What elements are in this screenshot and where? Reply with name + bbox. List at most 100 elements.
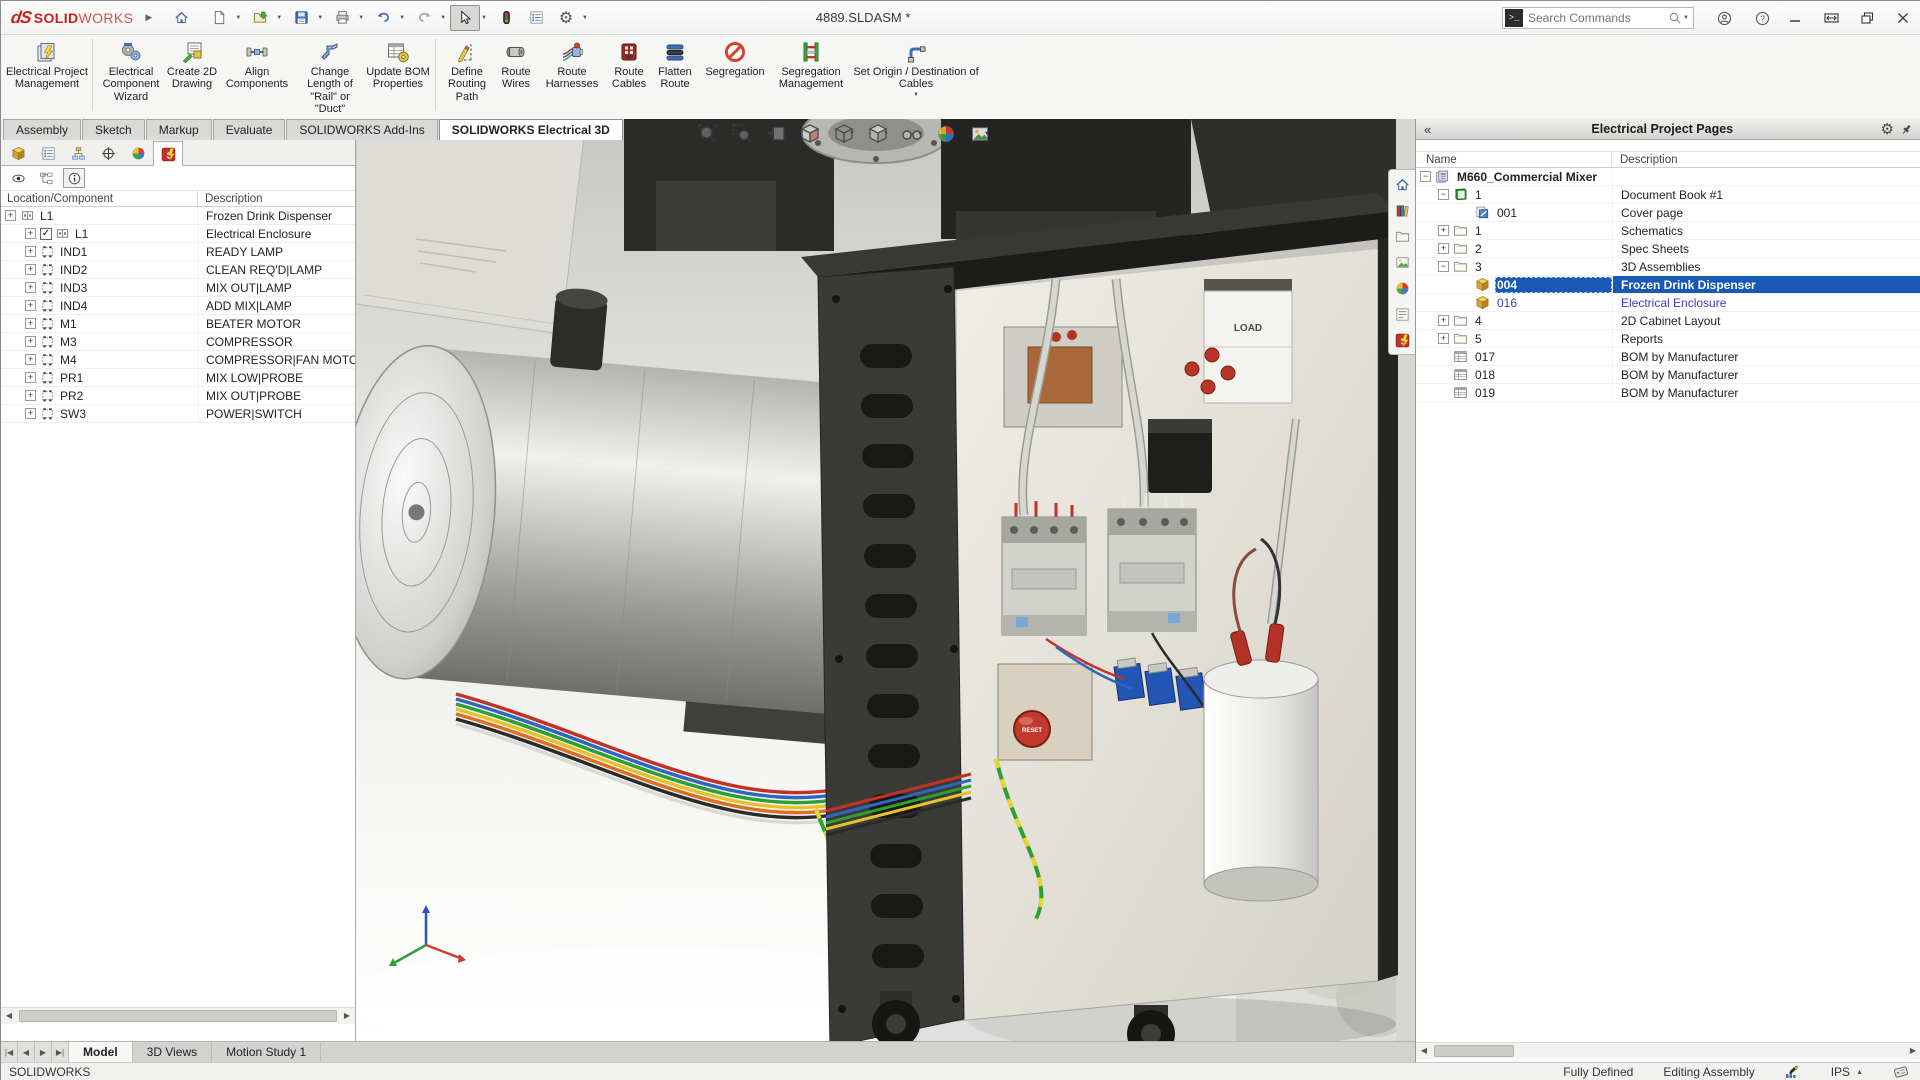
ribbon-button-electrical-project-management[interactable]: Electrical Project Management bbox=[5, 35, 89, 119]
dropdown-icon[interactable]: ▼ bbox=[883, 131, 889, 137]
column-name[interactable]: Name bbox=[1416, 152, 1612, 167]
tree-row[interactable]: +PR1MIX LOW|PROBE bbox=[1, 369, 355, 387]
tree-row[interactable]: +IND4ADD MIX|LAMP bbox=[1, 297, 355, 315]
expand-icon[interactable]: + bbox=[25, 300, 36, 311]
tree-row[interactable]: +M3COMPRESSOR bbox=[1, 333, 355, 351]
close-button[interactable] bbox=[1885, 3, 1920, 33]
tab-model[interactable]: Model bbox=[69, 1042, 133, 1062]
tag-icon[interactable] bbox=[1893, 1065, 1909, 1079]
open-dropdown-icon[interactable]: ▼ bbox=[276, 15, 282, 21]
right-panel-hscrollbar[interactable]: ◀ ▶ bbox=[1416, 1042, 1920, 1058]
file-properties-button[interactable] bbox=[521, 5, 551, 31]
tree-row[interactable]: +SW3POWER|SWITCH bbox=[1, 405, 355, 423]
dropdown-icon[interactable]: ▼ bbox=[917, 131, 923, 137]
section-view-icon[interactable] bbox=[798, 122, 822, 146]
tab-motion-study[interactable]: Motion Study 1 bbox=[212, 1042, 321, 1062]
custom-properties-icon[interactable] bbox=[1391, 303, 1413, 325]
expand-icon[interactable]: + bbox=[25, 408, 36, 419]
tab-electricalmanager[interactable] bbox=[153, 141, 183, 166]
collapse-icon[interactable]: − bbox=[1438, 261, 1449, 272]
tree-row[interactable]: +PR2MIX OUT|PROBE bbox=[1, 387, 355, 405]
expand-icon[interactable]: + bbox=[25, 336, 36, 347]
left-panel-hscrollbar[interactable]: ◀ ▶ bbox=[1, 1007, 355, 1023]
unit-system-selector[interactable]: IPS▲ bbox=[1831, 1065, 1863, 1079]
expand-icon[interactable]: + bbox=[25, 264, 36, 275]
view-palette-icon[interactable] bbox=[1391, 251, 1413, 273]
ribbon-button-segregation[interactable]: Segregation bbox=[699, 35, 771, 119]
menu-expand-icon[interactable]: ▶ bbox=[145, 12, 152, 23]
login-button[interactable] bbox=[1711, 6, 1737, 30]
design-library-icon[interactable] bbox=[1391, 199, 1413, 221]
dropdown-icon[interactable]: ▼ bbox=[984, 131, 990, 137]
edit-appearance-icon[interactable] bbox=[934, 122, 958, 146]
electrical-enclosure-3d[interactable]: LOAD bbox=[801, 193, 1398, 1041]
ribbon-button-flatten-route[interactable]: Flatten Route bbox=[651, 35, 699, 119]
home-button[interactable] bbox=[166, 5, 196, 31]
tree-row[interactable]: +IND1READY LAMP bbox=[1, 243, 355, 261]
zoom-fit-icon[interactable] bbox=[696, 122, 720, 146]
home-tab-icon[interactable] bbox=[1391, 173, 1413, 195]
previous-view-icon[interactable] bbox=[764, 122, 788, 146]
hide-show-icon[interactable]: ▼ bbox=[900, 122, 924, 146]
panel-settings-gear-icon[interactable]: ⚙ bbox=[1881, 122, 1894, 137]
display-tree-button[interactable] bbox=[35, 168, 57, 188]
tree-row[interactable]: +5Reports bbox=[1416, 330, 1920, 348]
annotation-note-icon[interactable] bbox=[1785, 1065, 1801, 1079]
tree-row[interactable]: +L1Frozen Drink Dispenser bbox=[1, 207, 355, 225]
ribbon-button-segregation-management[interactable]: Segregation Management bbox=[771, 35, 851, 119]
options-button[interactable]: ⚙ bbox=[551, 5, 581, 31]
next-tab-icon[interactable]: ▶ bbox=[35, 1042, 52, 1062]
tree-row[interactable]: −33D Assemblies bbox=[1416, 258, 1920, 276]
prev-tab-icon[interactable]: ◀ bbox=[18, 1042, 35, 1062]
print-dropdown-icon[interactable]: ▼ bbox=[358, 15, 364, 21]
collapse-icon[interactable]: − bbox=[1420, 171, 1431, 182]
ribbon-button-route-wires[interactable]: Route Wires bbox=[495, 35, 537, 119]
graphics-area[interactable]: LOAD bbox=[356, 119, 1415, 1041]
tree-row[interactable]: −M660_Commercial Mixer bbox=[1416, 168, 1920, 186]
tab-sketch[interactable]: Sketch bbox=[82, 119, 145, 140]
save-button[interactable] bbox=[286, 5, 316, 31]
tab-3d-views[interactable]: 3D Views bbox=[133, 1042, 212, 1062]
tab-displaymanager[interactable] bbox=[123, 140, 153, 165]
expand-icon[interactable]: + bbox=[1438, 333, 1449, 344]
open-button[interactable] bbox=[245, 5, 275, 31]
search-dropdown-icon[interactable]: ▼ bbox=[1683, 15, 1689, 21]
tab-markup[interactable]: Markup bbox=[146, 119, 212, 140]
redo-dropdown-icon[interactable]: ▼ bbox=[440, 15, 446, 21]
ribbon-button-create-2d-drawing[interactable]: Create 2D Drawing bbox=[166, 35, 218, 119]
expand-icon[interactable]: + bbox=[25, 354, 36, 365]
expand-icon[interactable]: + bbox=[25, 372, 36, 383]
column-description[interactable]: Description bbox=[198, 193, 355, 205]
help-button[interactable]: ? bbox=[1749, 6, 1775, 30]
tree-row[interactable]: +M4COMPRESSOR|FAN MOTOR bbox=[1, 351, 355, 369]
tree-row[interactable]: +M1BEATER MOTOR bbox=[1, 315, 355, 333]
flyout-arrow-icon[interactable]: ▼ bbox=[913, 92, 919, 98]
options-dropdown-icon[interactable]: ▼ bbox=[582, 15, 588, 21]
last-tab-icon[interactable]: ▶| bbox=[52, 1042, 69, 1062]
scroll-left-icon[interactable]: ◀ bbox=[1, 1008, 17, 1024]
tree-row[interactable]: 019BOM by Manufacturer bbox=[1416, 384, 1920, 402]
collapse-icon[interactable]: − bbox=[1438, 189, 1449, 200]
ribbon-button-set-origin-destination[interactable]: Set Origin / Destination of Cables ▼ bbox=[851, 35, 981, 119]
scroll-right-icon[interactable]: ▶ bbox=[339, 1008, 355, 1024]
expand-icon[interactable]: + bbox=[25, 390, 36, 401]
tree-row[interactable]: 016Electrical Enclosure bbox=[1416, 294, 1920, 312]
tree-row[interactable]: +1Schematics bbox=[1416, 222, 1920, 240]
new-dropdown-icon[interactable]: ▼ bbox=[235, 15, 241, 21]
info-button[interactable] bbox=[63, 168, 85, 188]
search-commands-box[interactable]: >_ ▼ bbox=[1502, 7, 1694, 29]
expand-icon[interactable]: + bbox=[5, 210, 16, 221]
electrical-task-icon[interactable] bbox=[1391, 329, 1413, 351]
undo-dropdown-icon[interactable]: ▼ bbox=[399, 15, 405, 21]
tab-propertymanager[interactable] bbox=[33, 140, 63, 165]
tree-row[interactable]: +✓L1Electrical Enclosure bbox=[1, 225, 355, 243]
tab-solidworks-add-ins[interactable]: SOLIDWORKS Add-Ins bbox=[286, 119, 437, 140]
tab-solidworks-electrical-3d[interactable]: SOLIDWORKS Electrical 3D bbox=[439, 119, 623, 140]
save-dropdown-icon[interactable]: ▼ bbox=[317, 15, 323, 21]
restore-button[interactable] bbox=[1849, 3, 1885, 33]
expand-icon[interactable]: + bbox=[1438, 243, 1449, 254]
ribbon-button-update-bom-properties[interactable]: Update BOM Properties bbox=[364, 35, 432, 119]
tree-row[interactable]: +42D Cabinet Layout bbox=[1416, 312, 1920, 330]
column-location-component[interactable]: Location/Component bbox=[1, 191, 198, 206]
tab-featuremanager[interactable] bbox=[3, 140, 33, 165]
